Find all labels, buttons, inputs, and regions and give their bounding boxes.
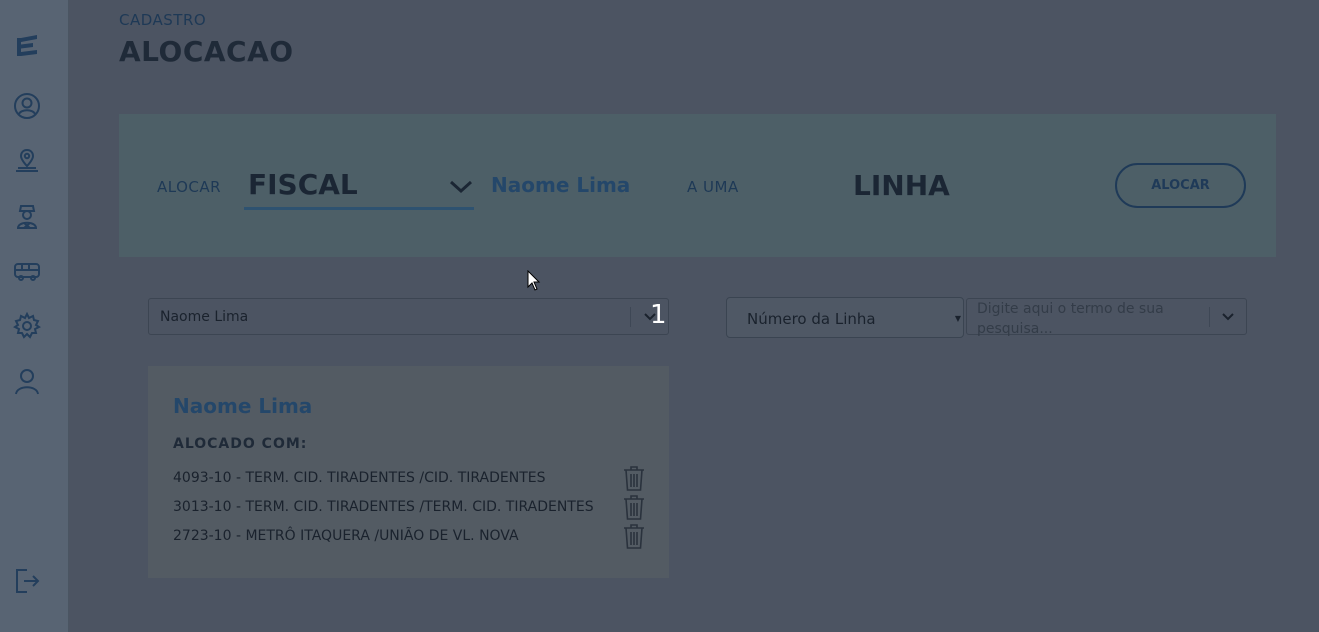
list-item: 2723-10 - METRÔ ITAQUERA /UNIÃO DE VL. N… <box>173 523 646 549</box>
gear-icon[interactable] <box>12 311 42 341</box>
trash-icon[interactable] <box>622 494 646 520</box>
sidebar <box>0 0 69 632</box>
chevron-down-icon <box>1222 313 1234 321</box>
person-select[interactable]: Naome Lima <box>148 298 669 335</box>
select-divider <box>1209 307 1210 327</box>
bus-icon[interactable] <box>12 256 42 286</box>
allocate-button[interactable]: ALOCAR <box>1115 163 1246 208</box>
role-select-value: FISCAL <box>248 168 358 201</box>
allocation-target: LINHA <box>853 169 950 202</box>
trash-icon[interactable] <box>622 465 646 491</box>
selected-person-name: Naome Lima <box>491 173 631 197</box>
page-title: ALOCACAO <box>119 35 294 68</box>
allocation-card: Naome Lima ALOCADO COM: 4093-10 - TERM. … <box>148 366 669 578</box>
select-divider <box>630 307 631 327</box>
step-number: 1 <box>650 300 667 330</box>
chevron-down-icon <box>449 180 473 194</box>
page-kicker: CADASTRO <box>119 11 207 29</box>
role-select[interactable]: FISCAL <box>244 166 474 210</box>
user-circle-icon[interactable] <box>12 91 42 121</box>
inspector-icon[interactable] <box>12 201 42 231</box>
to-a-label: A UMA <box>687 178 739 196</box>
trash-icon[interactable] <box>622 523 646 549</box>
select-arrow-icon: ▼ <box>954 314 961 323</box>
card-subtitle: ALOCADO COM: <box>173 436 308 452</box>
search-select[interactable]: Digite aqui o termo de sua pesquisa... <box>966 298 1247 337</box>
person-icon[interactable] <box>12 366 42 396</box>
list-item: 4093-10 - TERM. CID. TIRADENTES /CID. TI… <box>173 465 646 491</box>
location-pin-icon[interactable] <box>12 146 42 176</box>
allocation-panel: ALOCAR FISCAL Naome Lima A UMA LINHA ALO… <box>119 114 1276 257</box>
card-person-name: Naome Lima <box>173 394 313 418</box>
line-type-value: Número da Linha <box>747 310 876 328</box>
mouse-cursor-icon <box>527 270 541 291</box>
logout-icon[interactable] <box>12 566 42 596</box>
person-select-value: Naome Lima <box>160 309 249 325</box>
allocation-line-text: 4093-10 - TERM. CID. TIRADENTES /CID. TI… <box>173 470 546 486</box>
allocation-line-text: 3013-10 - TERM. CID. TIRADENTES /TERM. C… <box>173 499 594 515</box>
search-placeholder: Digite aqui o termo de sua pesquisa... <box>977 301 1164 337</box>
list-item: 3013-10 - TERM. CID. TIRADENTES /TERM. C… <box>173 494 646 520</box>
allocate-label: ALOCAR <box>157 178 222 196</box>
allocation-line-text: 2723-10 - METRÔ ITAQUERA /UNIÃO DE VL. N… <box>173 528 519 544</box>
line-type-select[interactable]: Número da Linha ▼ <box>726 297 964 338</box>
logo-icon[interactable] <box>12 32 42 62</box>
